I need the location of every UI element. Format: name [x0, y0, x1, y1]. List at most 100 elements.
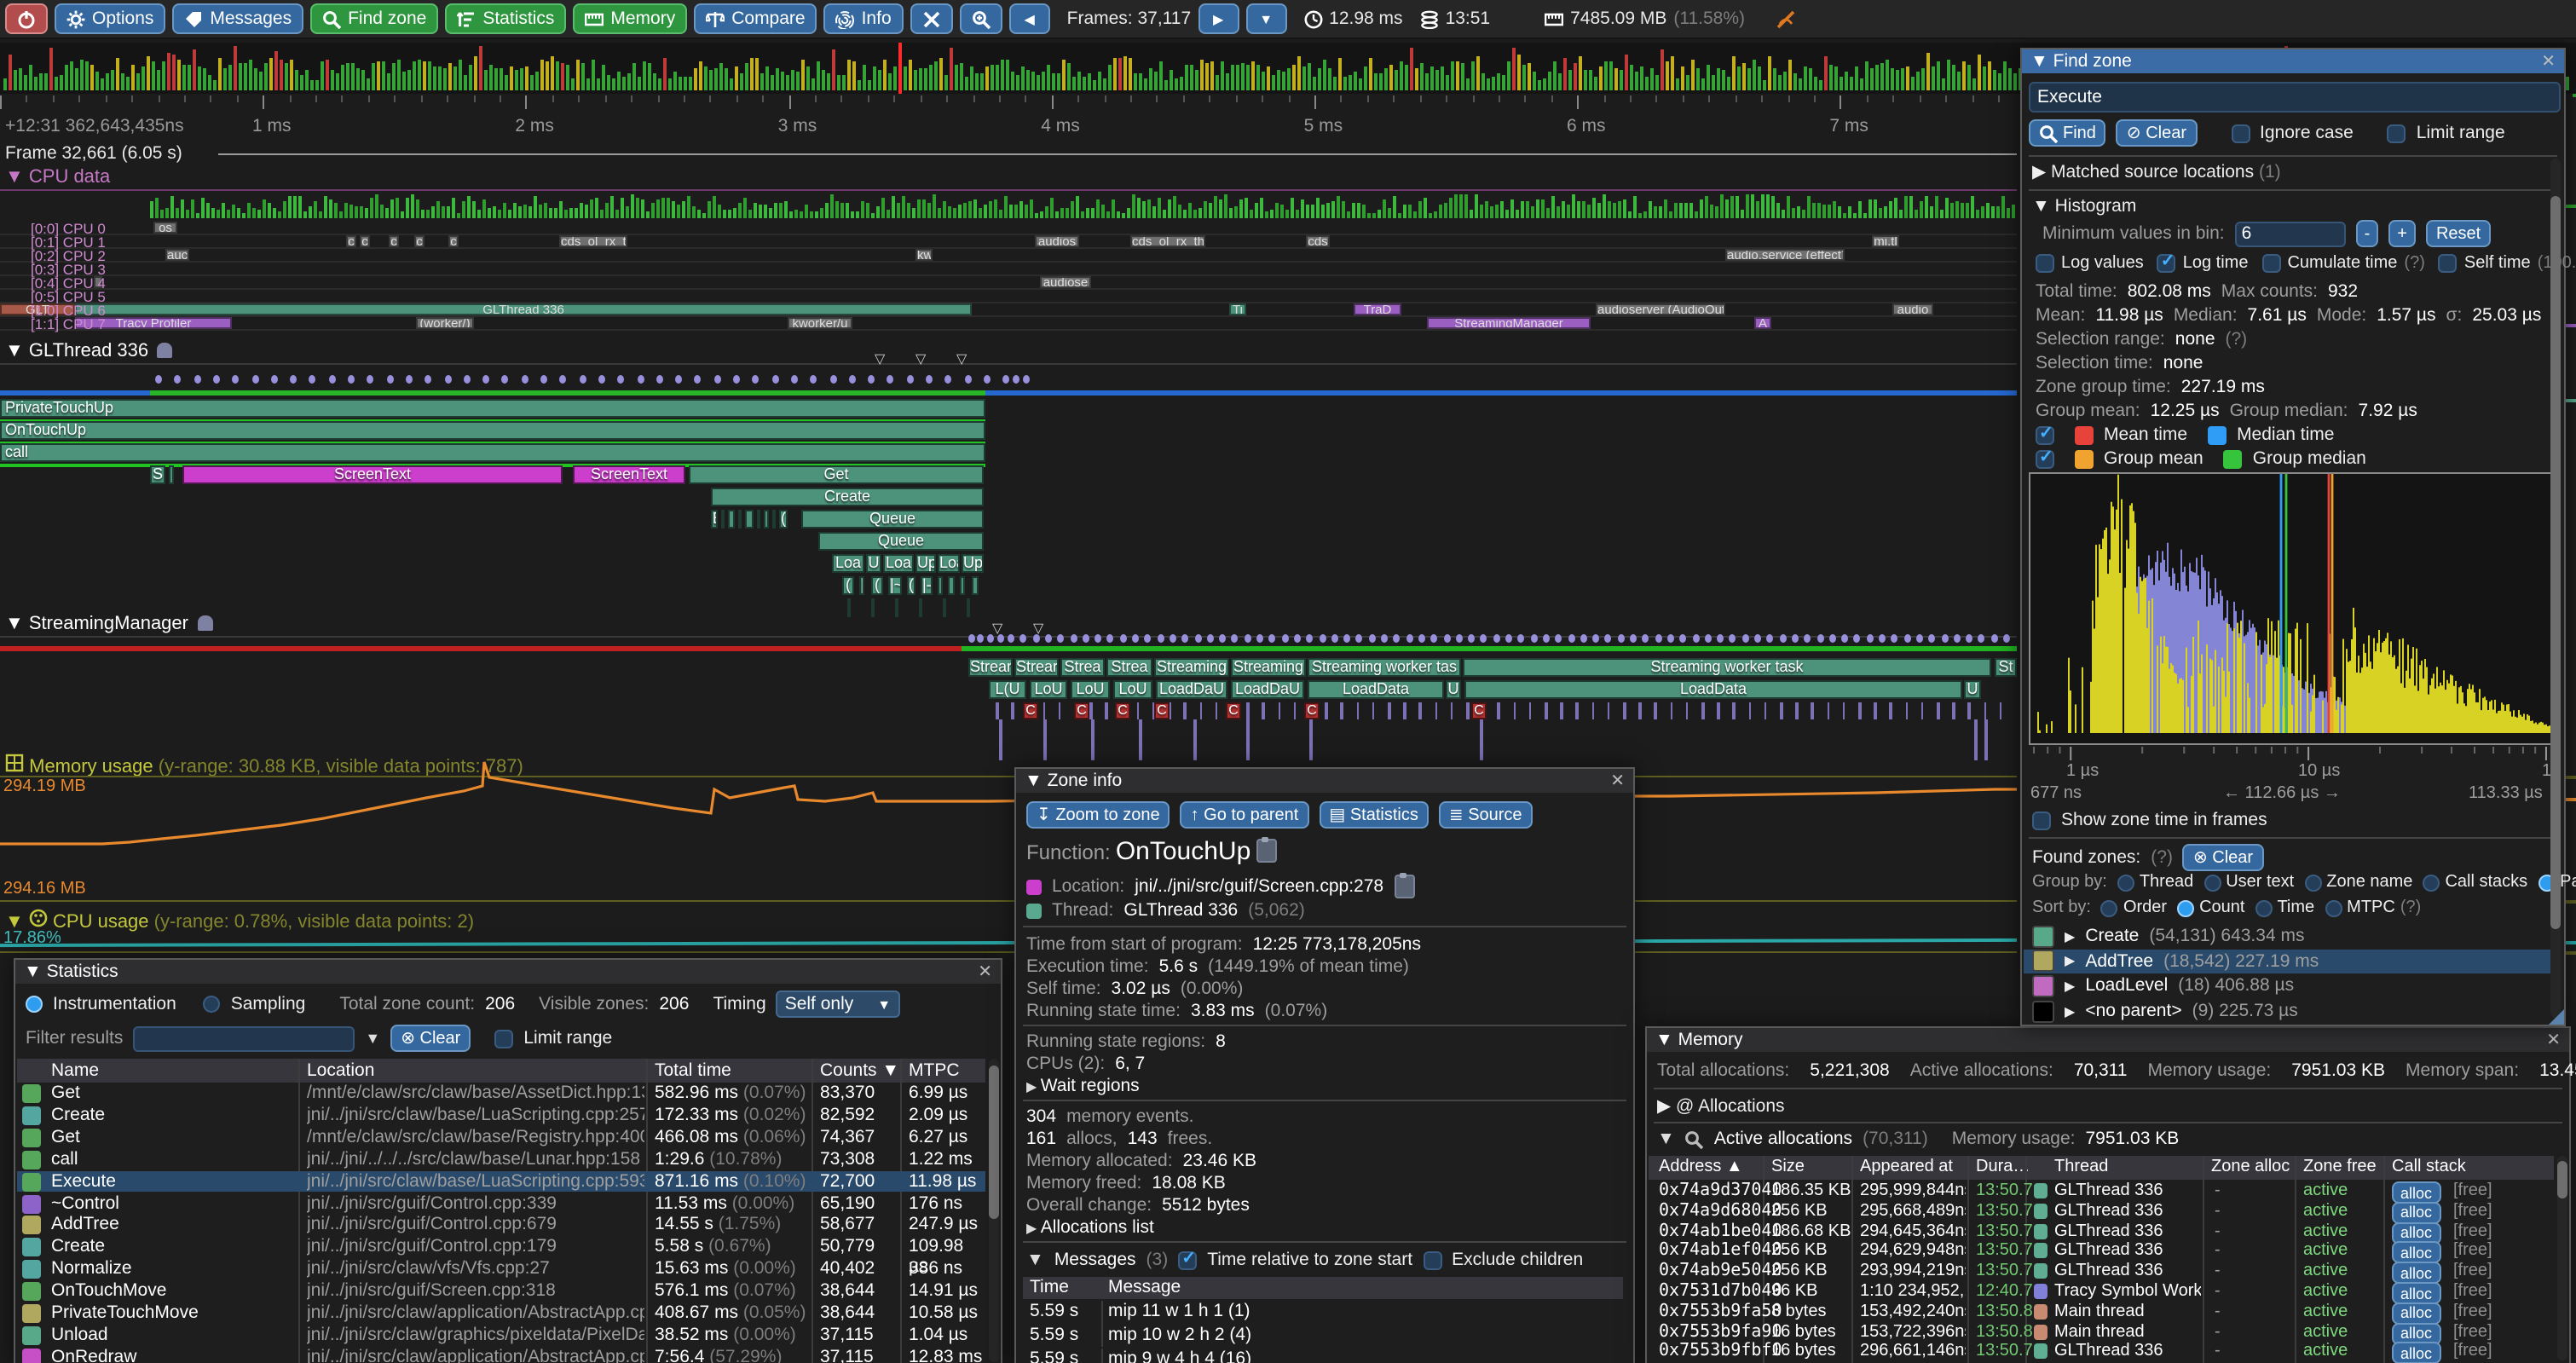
memory-table-row[interactable]: 0x7553b9fa9016 bytes153,722,396ns13:50.8… — [1649, 1322, 2554, 1343]
stream-zone[interactable]: LoadDaU — [1231, 680, 1304, 699]
zone-marker-icon[interactable]: ▽ — [915, 351, 926, 367]
legend-checkbox[interactable] — [2036, 425, 2054, 444]
sample-dot[interactable] — [968, 634, 975, 643]
time-relative-checkbox[interactable] — [1178, 1250, 1197, 1269]
stats-table-row[interactable]: calljni/../jni/../../../src/claw/base/Lu… — [17, 1148, 985, 1170]
sample-dot[interactable] — [926, 375, 933, 384]
sort-by-order[interactable] — [2101, 899, 2118, 916]
zone-marker-icon[interactable]: ▽ — [875, 351, 885, 367]
sample-dot[interactable] — [1319, 634, 1326, 643]
compare-button[interactable]: Compare — [694, 3, 817, 34]
cpu-zone[interactable]: c — [360, 235, 370, 247]
group-by-user-text[interactable] — [2203, 874, 2221, 891]
gl-zone[interactable]: Loa — [832, 554, 864, 573]
memory-usage-plot[interactable] — [0, 750, 2017, 904]
stats-scroll-thumb[interactable] — [989, 1066, 999, 1219]
sample-dot[interactable] — [1767, 634, 1774, 643]
sample-dot[interactable] — [1518, 634, 1525, 643]
sort-by-mtpc[interactable] — [2325, 899, 2342, 916]
info-button[interactable]: Info — [824, 3, 904, 34]
sample-dot[interactable] — [977, 634, 984, 643]
copy-icon[interactable] — [1256, 839, 1276, 863]
sample-dot[interactable] — [464, 375, 471, 384]
copy-icon[interactable] — [1394, 875, 1414, 898]
stream-zone[interactable]: Strea — [1106, 658, 1152, 677]
options-button[interactable]: Options — [55, 3, 165, 34]
cpu-zone[interactable]: audio — [1892, 303, 1933, 315]
gl-zone[interactable]: E — [711, 510, 718, 528]
cpu-data-header[interactable]: ▼ CPU data — [5, 167, 110, 188]
alloc-callstack-button[interactable]: alloc — [2392, 1322, 2440, 1344]
sample-dot[interactable] — [1717, 634, 1724, 643]
zone-info-line[interactable]: ▶ Allocations list — [1026, 1217, 1164, 1238]
sample-dot[interactable] — [887, 375, 894, 384]
frame-next-button[interactable]: ▶ — [1198, 3, 1239, 34]
sample-dot[interactable] — [1207, 634, 1214, 643]
column-header-time[interactable]: Time — [1030, 1277, 1069, 1297]
sample-dot[interactable] — [1792, 634, 1799, 643]
increment-button[interactable]: + — [2388, 220, 2416, 247]
self-time-checkbox[interactable] — [2439, 254, 2458, 273]
sample-dot[interactable] — [810, 375, 817, 384]
source-button[interactable]: ≣ Source — [1439, 801, 1533, 829]
sample-dot[interactable] — [1866, 634, 1873, 643]
sample-dot[interactable] — [1181, 634, 1188, 643]
gl-zone[interactable]: PrivateTouchUp — [0, 399, 985, 418]
sample-dot[interactable] — [1281, 634, 1288, 643]
alloc-callstack-button[interactable]: alloc — [2392, 1262, 2440, 1284]
sample-dot[interactable] — [733, 375, 740, 384]
sample-dot[interactable] — [1841, 634, 1848, 643]
stats-table-row[interactable]: Get/mnt/e/claw/src/claw/base/Registry.hp… — [17, 1127, 985, 1149]
sample-dot[interactable] — [713, 375, 720, 384]
stream-zone[interactable]: L(U — [989, 680, 1026, 699]
stats-table-row[interactable]: Get/mnt/e/claw/src/claw/base/AssetDict.h… — [17, 1083, 985, 1105]
sample-dot[interactable] — [1655, 634, 1661, 643]
sample-dot[interactable] — [232, 375, 239, 384]
sample-dot[interactable] — [1145, 634, 1152, 643]
sample-dot[interactable] — [791, 375, 798, 384]
sample-dot[interactable] — [1966, 634, 1972, 643]
find-zone-input[interactable]: Execute — [2029, 82, 2561, 113]
expand-icon[interactable]: ▶ — [2065, 979, 2075, 994]
stream-zone[interactable]: Strean — [968, 658, 1013, 677]
gl-zone[interactable] — [948, 576, 955, 595]
sample-dot[interactable] — [1804, 634, 1811, 643]
sample-dot[interactable] — [482, 375, 489, 384]
sample-dot[interactable] — [1119, 634, 1126, 643]
cpu-zone[interactable]: cds_ol_rx_thr — [559, 235, 627, 247]
sample-dot[interactable] — [1667, 634, 1674, 643]
memory-table-row[interactable]: 0x74ab1be040186.68 KB294,645,364ns13:50.… — [1649, 1222, 2554, 1242]
cpu-zone[interactable]: c — [448, 235, 459, 247]
sample-dot[interactable] — [425, 375, 431, 384]
stream-zone[interactable]: LoU — [1071, 680, 1110, 699]
gl-zone[interactable] — [967, 598, 970, 617]
cpu-zone[interactable]: cds_ol_rx_threa — [1130, 235, 1205, 247]
limit-range-checkbox[interactable] — [494, 1029, 513, 1048]
sample-dot[interactable] — [1592, 634, 1599, 643]
decrement-button[interactable]: - — [2356, 220, 2379, 247]
crash-zone[interactable]: C — [1471, 702, 1487, 719]
gl-zone[interactable]: |~ — [888, 576, 902, 595]
sample-dot[interactable] — [1008, 634, 1014, 643]
sample-dot[interactable] — [1306, 634, 1313, 643]
histogram-expander[interactable]: ▼ Histogram — [2032, 196, 2136, 217]
active-allocations-row[interactable]: ▼ Active allocations(70,311)Memory usage… — [1657, 1129, 2179, 1149]
sample-dot[interactable] — [868, 375, 875, 384]
power-button[interactable] — [5, 3, 48, 34]
gl-zone[interactable] — [895, 598, 898, 617]
stream-zone[interactable]: LoU — [1030, 680, 1067, 699]
sample-dot[interactable] — [1916, 634, 1923, 643]
alloc-callstack-button[interactable]: alloc — [2392, 1282, 2440, 1304]
cpu-zone[interactable]: auc — [165, 249, 189, 261]
gl-zone[interactable] — [972, 576, 979, 595]
gl-zone[interactable]: ScreenText — [182, 465, 563, 484]
sample-dot[interactable] — [1013, 375, 1019, 384]
column-header-call-stack[interactable]: Call stack — [2392, 1158, 2466, 1176]
stream-zone[interactable]: U — [1964, 680, 1981, 699]
sample-dot[interactable] — [1954, 634, 1961, 643]
stream-zone[interactable]: U — [1446, 680, 1461, 699]
sample-dot[interactable] — [1418, 634, 1425, 643]
cpu-zone[interactable]: kw — [915, 249, 933, 261]
limit-range-checkbox[interactable] — [2388, 124, 2406, 142]
gl-zone[interactable]: call — [0, 443, 985, 462]
